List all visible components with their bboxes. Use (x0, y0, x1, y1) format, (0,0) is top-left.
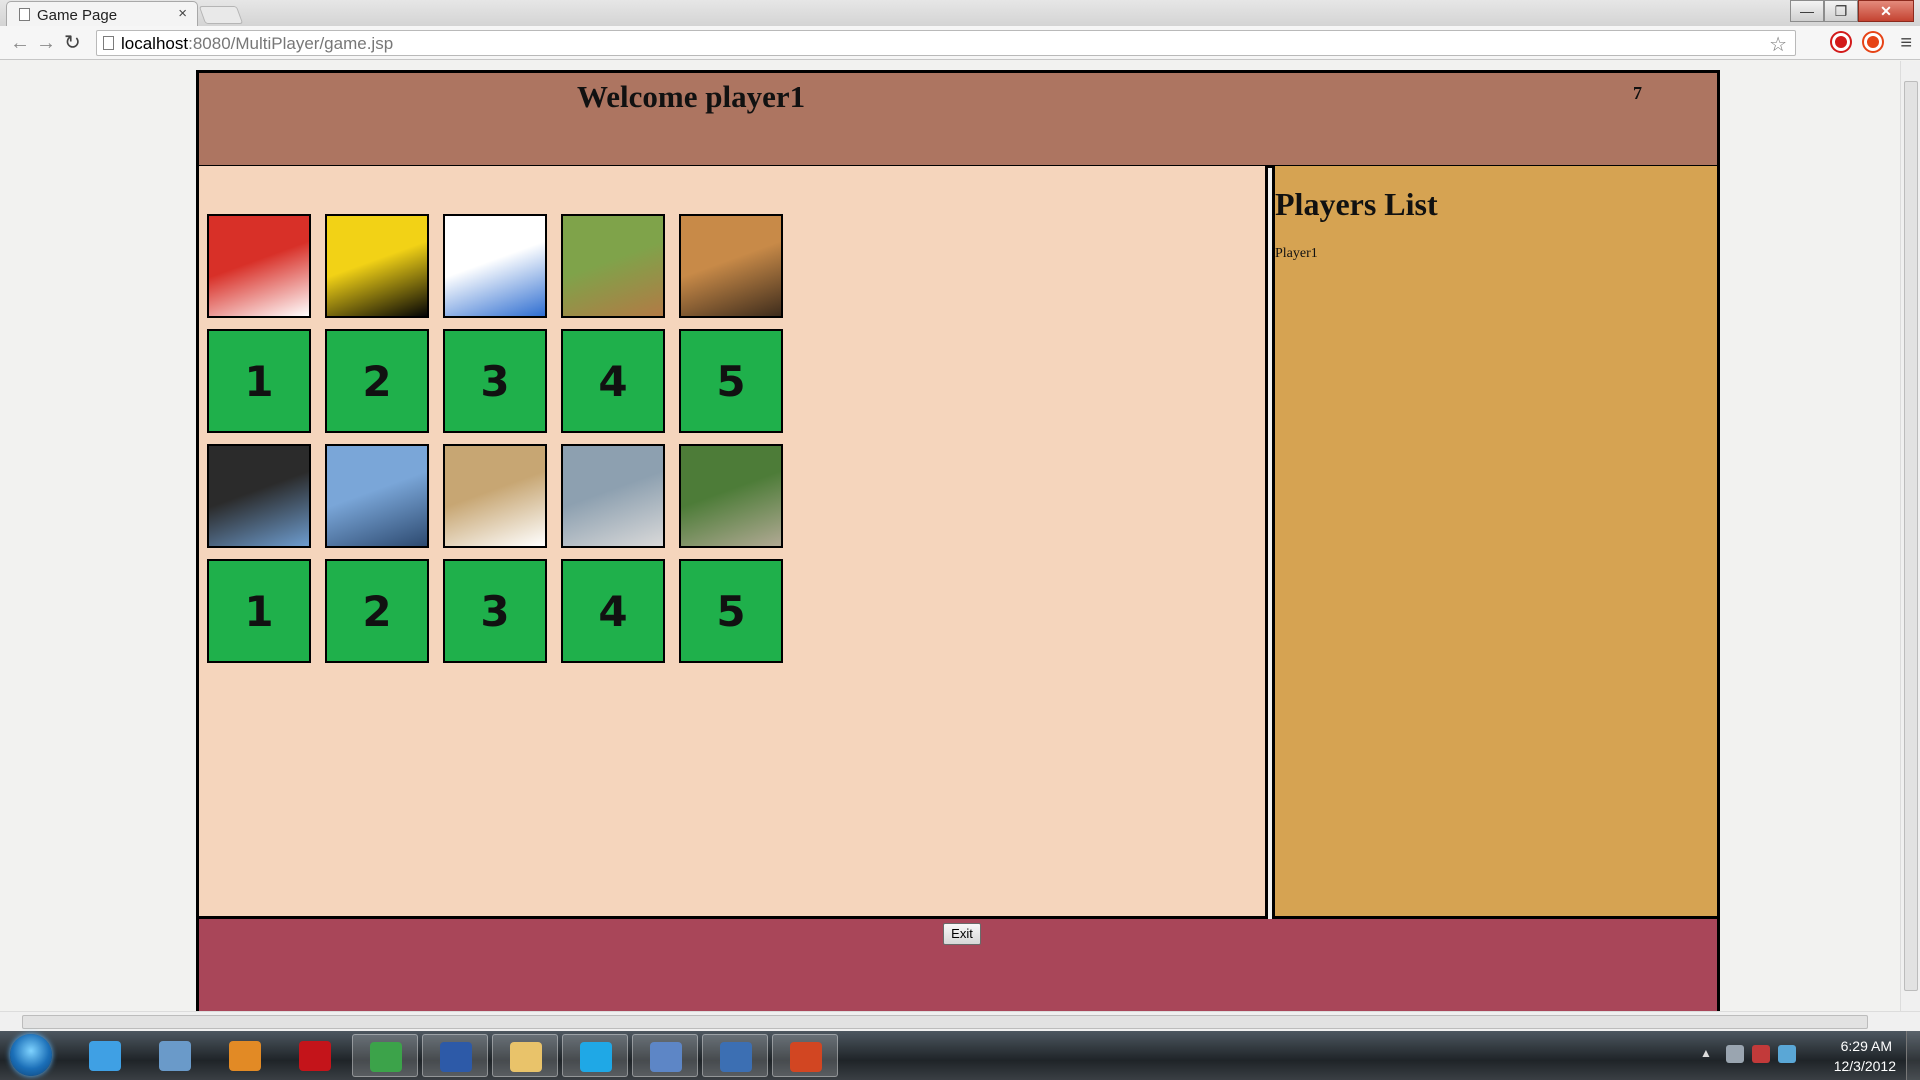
system-tray: ▲ 6:29 AM 12/3/2012 (1690, 1031, 1920, 1080)
maximize-button[interactable]: ❐ (1824, 0, 1858, 22)
thunderbird-icon (720, 1042, 752, 1072)
taskbar-button[interactable] (212, 1034, 278, 1077)
tile-number: 2 (362, 586, 392, 636)
bookmark-star-icon[interactable]: ☆ (1769, 32, 1787, 57)
network-tray-icon[interactable] (1752, 1045, 1770, 1063)
start-button[interactable] (10, 1034, 52, 1076)
clock-date[interactable]: 12/3/2012 (1834, 1058, 1896, 1074)
apple-image (207, 214, 311, 318)
taskbar-button[interactable] (422, 1034, 488, 1077)
banana-image (325, 214, 429, 318)
dog-image (679, 214, 783, 318)
reload-icon[interactable]: ↻ (64, 31, 81, 55)
clouds-image (443, 214, 547, 318)
players-panel: Players List Player1 (1272, 166, 1720, 919)
number-tile[interactable]: 1 (207, 559, 311, 663)
browser-titlebar: Game Page × — ❐ ✕ (0, 0, 1920, 26)
page-viewport: Welcome player1 7 1 2 3 4 5 1 2 3 4 5 Players Lis… (0, 61, 1900, 1011)
number-tile[interactable]: 2 (325, 329, 429, 433)
page-icon (103, 36, 114, 50)
tile-number: 5 (716, 356, 746, 406)
url-text: localhost:8080/MultiPlayer/game.jsp (121, 34, 394, 53)
number-tile[interactable]: 2 (325, 559, 429, 663)
tile-number: 1 (244, 586, 274, 636)
number-tile[interactable]: 1 (207, 329, 311, 433)
media-player-icon (229, 1041, 261, 1071)
screen: Game Page × — ❐ ✕ ← → ↻ localhost:8080/M… (0, 0, 1920, 1080)
page-icon (19, 8, 30, 21)
show-desktop-button[interactable] (1906, 1031, 1920, 1080)
taskbar-button[interactable] (562, 1034, 628, 1077)
taskbar-button[interactable] (772, 1034, 838, 1077)
tile-number: 4 (598, 586, 628, 636)
chrome-menu-icon[interactable]: ≡ (1900, 32, 1912, 55)
internet-explorer-icon (89, 1041, 121, 1071)
tile-number: 4 (598, 356, 628, 406)
close-window-button[interactable]: ✕ (1858, 0, 1914, 22)
tile-number: 1 (244, 356, 274, 406)
chrome-icon (370, 1042, 402, 1072)
number-tile[interactable]: 5 (679, 329, 783, 433)
forward-icon[interactable]: → (36, 31, 56, 55)
game-header: Welcome player1 7 (196, 70, 1720, 168)
back-icon[interactable]: ← (10, 31, 30, 55)
opera-extension-icon[interactable] (1832, 33, 1850, 51)
tab-close-icon[interactable]: × (178, 5, 187, 22)
taskbar-button[interactable] (702, 1034, 768, 1077)
players-list-title: Players List (1275, 186, 1438, 222)
extension-icon[interactable] (1864, 33, 1882, 51)
lighthouse-image (325, 444, 429, 548)
number-tile[interactable]: 4 (561, 559, 665, 663)
tile-number: 3 (480, 356, 510, 406)
tile-number: 2 (362, 356, 392, 406)
taskbar-button[interactable] (142, 1034, 208, 1077)
address-bar[interactable]: localhost:8080/MultiPlayer/game.jsp ☆ (96, 30, 1796, 56)
horizontal-scroll-thumb[interactable] (22, 1015, 1868, 1029)
device-tray-icon[interactable] (1726, 1045, 1744, 1063)
number-tile[interactable]: 3 (443, 329, 547, 433)
taskbar-button[interactable] (72, 1034, 138, 1077)
tray-expand-icon[interactable]: ▲ (1700, 1046, 1712, 1060)
vertical-scrollbar[interactable] (1900, 61, 1920, 1011)
acrobat-icon (299, 1041, 331, 1071)
tab-title: Game Page (37, 7, 118, 24)
player-list-item: Player1 (1275, 246, 1318, 261)
minimize-button[interactable]: — (1790, 0, 1824, 22)
game-footer: Exit (196, 919, 1720, 1011)
timer-counter: 7 (1633, 83, 1642, 103)
eagle-image (207, 444, 311, 548)
game-board-panel: 1 2 3 4 5 1 2 3 4 5 (196, 166, 1268, 919)
taskbar-button[interactable] (632, 1034, 698, 1077)
deer-image (561, 214, 665, 318)
welcome-heading: Welcome player1 (577, 79, 806, 114)
number-tile[interactable]: 4 (561, 329, 665, 433)
clock-time[interactable]: 6:29 AM (1841, 1038, 1892, 1054)
skype-icon (580, 1042, 612, 1072)
virtualbox-icon (650, 1042, 682, 1072)
teapot-image (443, 444, 547, 548)
number-tile[interactable]: 5 (679, 559, 783, 663)
abbey-road-image (679, 444, 783, 548)
new-tab-button[interactable] (198, 6, 244, 24)
tile-number: 5 (716, 586, 746, 636)
taskbar-button[interactable] (352, 1034, 418, 1077)
number-tile[interactable]: 3 (443, 559, 547, 663)
train-image (561, 444, 665, 548)
taskbar-button[interactable] (282, 1034, 348, 1077)
update-tray-icon[interactable] (1778, 1045, 1796, 1063)
exit-button[interactable]: Exit (943, 923, 981, 945)
explorer-icon (510, 1042, 542, 1072)
photo-viewer-icon (159, 1041, 191, 1071)
tab-game-page[interactable]: Game Page × (6, 1, 198, 26)
word-icon (440, 1042, 472, 1072)
powerpoint-icon (790, 1042, 822, 1072)
window-controls: — ❐ ✕ (1790, 0, 1914, 22)
vertical-scroll-thumb[interactable] (1904, 81, 1918, 991)
windows-taskbar: ▲ 6:29 AM 12/3/2012 (0, 1031, 1920, 1080)
horizontal-scrollbar[interactable] (0, 1011, 1920, 1031)
taskbar-button[interactable] (492, 1034, 558, 1077)
tile-number: 3 (480, 586, 510, 636)
browser-toolbar: ← → ↻ localhost:8080/MultiPlayer/game.js… (0, 26, 1920, 60)
